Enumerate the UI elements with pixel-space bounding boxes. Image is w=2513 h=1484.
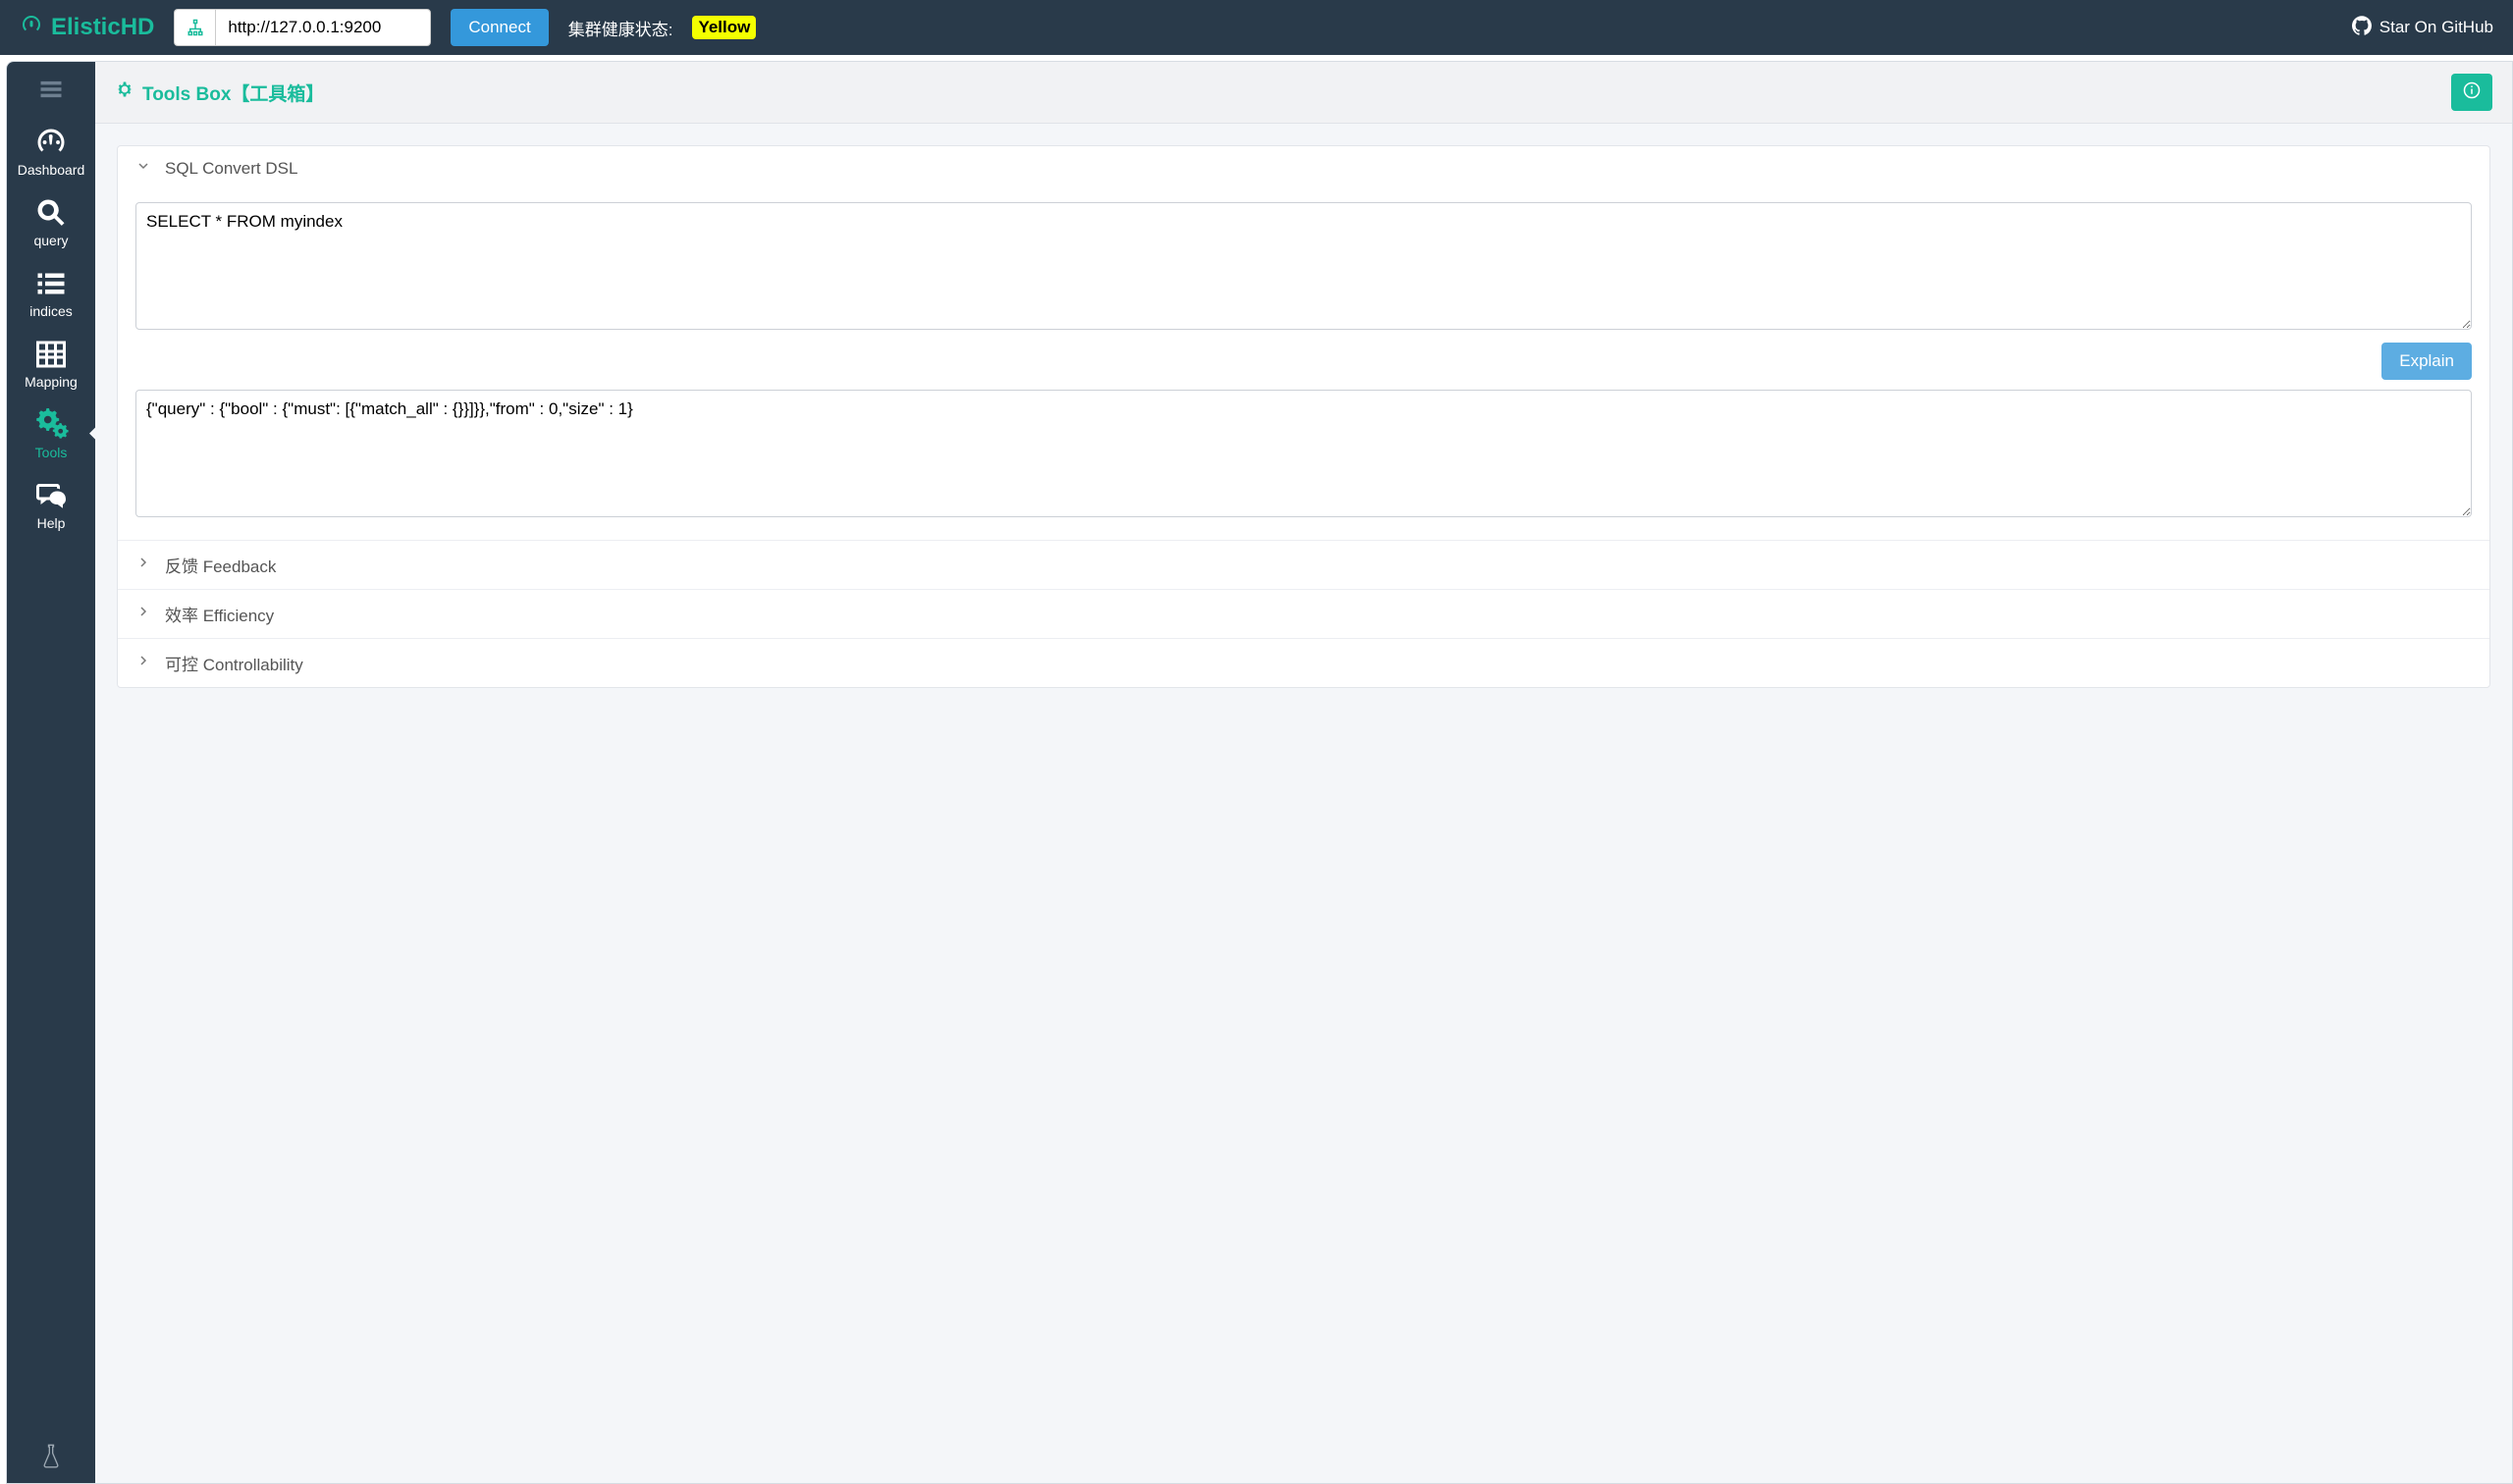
accordion-title: 可控 Controllability	[165, 651, 303, 675]
accordion-head-controllability[interactable]: 可控 Controllability	[118, 638, 2489, 687]
sidebar-item-tools[interactable]: Tools	[7, 399, 95, 470]
sidebar-item-label: query	[7, 233, 95, 248]
cluster-health-value: Yellow	[692, 16, 756, 39]
main-area: Tools Box【工具箱】 SQL Convert DSL	[95, 62, 2512, 1483]
chevron-right-icon	[135, 555, 151, 575]
explain-button[interactable]: Explain	[2381, 343, 2472, 380]
accordion-title: 效率 Efficiency	[165, 602, 274, 626]
chevron-right-icon	[135, 604, 151, 624]
page-title-text: Tools Box【工具箱】	[142, 80, 324, 106]
chevron-right-icon	[135, 653, 151, 673]
brand[interactable]: ElisticHD	[20, 13, 154, 43]
sidebar-item-mapping[interactable]: Mapping	[7, 329, 95, 399]
github-link[interactable]: Star On GitHub	[2352, 16, 2493, 40]
connect-button[interactable]: Connect	[451, 9, 548, 46]
chat-icon	[7, 478, 95, 513]
accordion-title: 反馈 Feedback	[165, 553, 276, 577]
sidebar-item-label: Dashboard	[7, 162, 95, 178]
sidebar-item-query[interactable]: query	[7, 187, 95, 258]
sidebar-item-label: Help	[7, 515, 95, 531]
host-url-input[interactable]	[215, 9, 431, 46]
tools-panel: SQL Convert DSL Explain 反馈 Feedback	[117, 145, 2490, 688]
accordion-title: SQL Convert DSL	[165, 159, 297, 179]
chevron-down-icon	[135, 158, 151, 179]
bars-icon	[34, 76, 68, 108]
flask-icon	[41, 1443, 61, 1475]
top-navbar: ElisticHD Connect 集群健康状态: Yellow Star On…	[0, 0, 2513, 55]
github-link-text: Star On GitHub	[2379, 18, 2493, 37]
sidebar-item-dashboard[interactable]: Dashboard	[7, 117, 95, 187]
content: SQL Convert DSL Explain 反馈 Feedback	[95, 124, 2512, 710]
sitemap-icon	[174, 9, 215, 46]
sql-input[interactable]	[135, 202, 2472, 330]
sidebar-item-label: indices	[7, 303, 95, 319]
table-icon	[7, 337, 95, 372]
accordion-head-efficiency[interactable]: 效率 Efficiency	[118, 589, 2489, 638]
accordion-body-sql: Explain	[118, 190, 2489, 540]
accordion-head-feedback[interactable]: 反馈 Feedback	[118, 540, 2489, 589]
page-header: Tools Box【工具箱】	[95, 62, 2512, 124]
dsl-output[interactable]	[135, 390, 2472, 517]
page-title: Tools Box【工具箱】	[115, 80, 324, 106]
cogs-icon	[7, 407, 95, 443]
info-button[interactable]	[2451, 74, 2492, 111]
github-icon	[2352, 16, 2372, 40]
sidebar-item-help[interactable]: Help	[7, 470, 95, 541]
search-icon	[7, 195, 95, 231]
dashboard-icon	[7, 125, 95, 160]
sidebar-item-label: Mapping	[7, 374, 95, 390]
accordion-head-sql[interactable]: SQL Convert DSL	[118, 146, 2489, 190]
app-frame: Dashboard query indices Mapping Tools	[6, 61, 2513, 1484]
sidebar-footer	[7, 1443, 95, 1475]
dashboard-gauge-icon	[20, 13, 43, 43]
gear-icon	[115, 80, 134, 105]
sidebar-item-label: Tools	[7, 445, 95, 460]
sidebar-item-indices[interactable]: indices	[7, 258, 95, 329]
sidebar: Dashboard query indices Mapping Tools	[7, 62, 95, 1483]
cluster-health-label: 集群健康状态:	[568, 16, 673, 40]
host-url-group	[174, 9, 431, 46]
info-icon	[2463, 81, 2481, 104]
list-icon	[7, 266, 95, 301]
sidebar-toggle[interactable]	[31, 76, 71, 107]
brand-text: ElisticHD	[51, 14, 154, 41]
